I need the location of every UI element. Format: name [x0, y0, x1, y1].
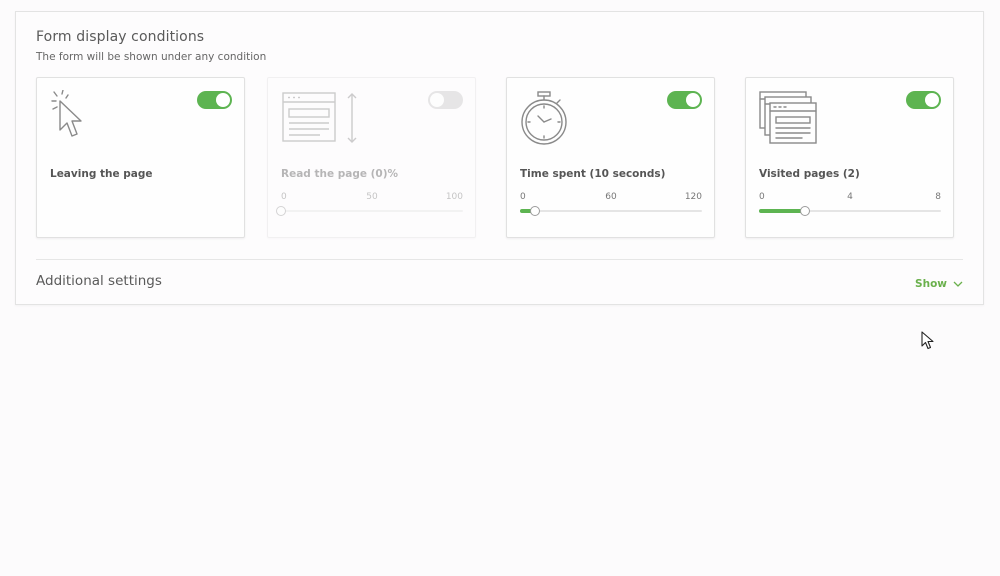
read-page-ticks: 0 50 100: [281, 192, 463, 204]
section-divider: [36, 259, 963, 260]
condition-card-read-page: Read the page (0)% 0 50 100: [267, 77, 476, 238]
tick-label-mid: 60: [605, 192, 617, 202]
stopwatch-icon: [519, 90, 571, 152]
mouse-pointer-icon: [921, 331, 935, 355]
toggle-knob: [430, 93, 444, 107]
visited-pages-ticks: 0 4 8: [759, 192, 941, 204]
slider-thumb[interactable]: [799, 206, 810, 216]
panel-title: Form display conditions: [36, 29, 205, 45]
chevron-down-icon: [953, 278, 963, 290]
time-spent-label: Time spent (10 seconds): [520, 168, 666, 180]
tick-label-min: 0: [520, 192, 526, 202]
tick-label-mid: 4: [847, 192, 853, 202]
tick-label-mid: 50: [366, 192, 378, 202]
read-page-slider[interactable]: [276, 206, 463, 216]
toggle-knob: [216, 93, 230, 107]
form-display-conditions-panel: Form display conditions The form will be…: [15, 11, 984, 305]
slider-thumb[interactable]: [276, 206, 286, 216]
toggle-knob: [686, 93, 700, 107]
read-page-label: Read the page (0)%: [281, 168, 399, 180]
tick-label-max: 8: [935, 192, 941, 202]
visited-pages-toggle[interactable]: [906, 91, 941, 109]
cursor-click-icon: [49, 89, 89, 152]
page-scroll-icon: [280, 90, 360, 150]
tick-label-max: 120: [684, 192, 702, 202]
time-spent-toggle[interactable]: [667, 91, 702, 109]
visited-pages-slider[interactable]: [759, 206, 941, 216]
tick-label-min: 0: [281, 192, 287, 202]
time-spent-slider[interactable]: [520, 206, 702, 216]
condition-card-leaving-page: Leaving the page: [36, 77, 245, 238]
slider-fill: [759, 209, 805, 213]
slider-track: [520, 210, 702, 212]
leaving-page-label: Leaving the page: [50, 168, 153, 180]
stacked-windows-icon: [758, 90, 818, 152]
tick-label-min: 0: [759, 192, 765, 202]
show-additional-settings-button[interactable]: Show: [915, 278, 963, 290]
visited-pages-label: Visited pages (2): [759, 168, 860, 180]
show-label: Show: [915, 278, 947, 290]
slider-track: [281, 210, 463, 212]
condition-card-time-spent: Time spent (10 seconds) 0 60 120: [506, 77, 715, 238]
time-spent-ticks: 0 60 120: [520, 192, 702, 204]
tick-label-max: 100: [445, 192, 463, 202]
additional-settings-title: Additional settings: [36, 273, 162, 289]
read-page-toggle[interactable]: [428, 91, 463, 109]
panel-subtitle: The form will be shown under any conditi…: [36, 51, 267, 63]
slider-thumb[interactable]: [530, 206, 541, 216]
condition-card-visited-pages: Visited pages (2) 0 4 8: [745, 77, 954, 238]
leaving-page-toggle[interactable]: [197, 91, 232, 109]
toggle-knob: [925, 93, 939, 107]
